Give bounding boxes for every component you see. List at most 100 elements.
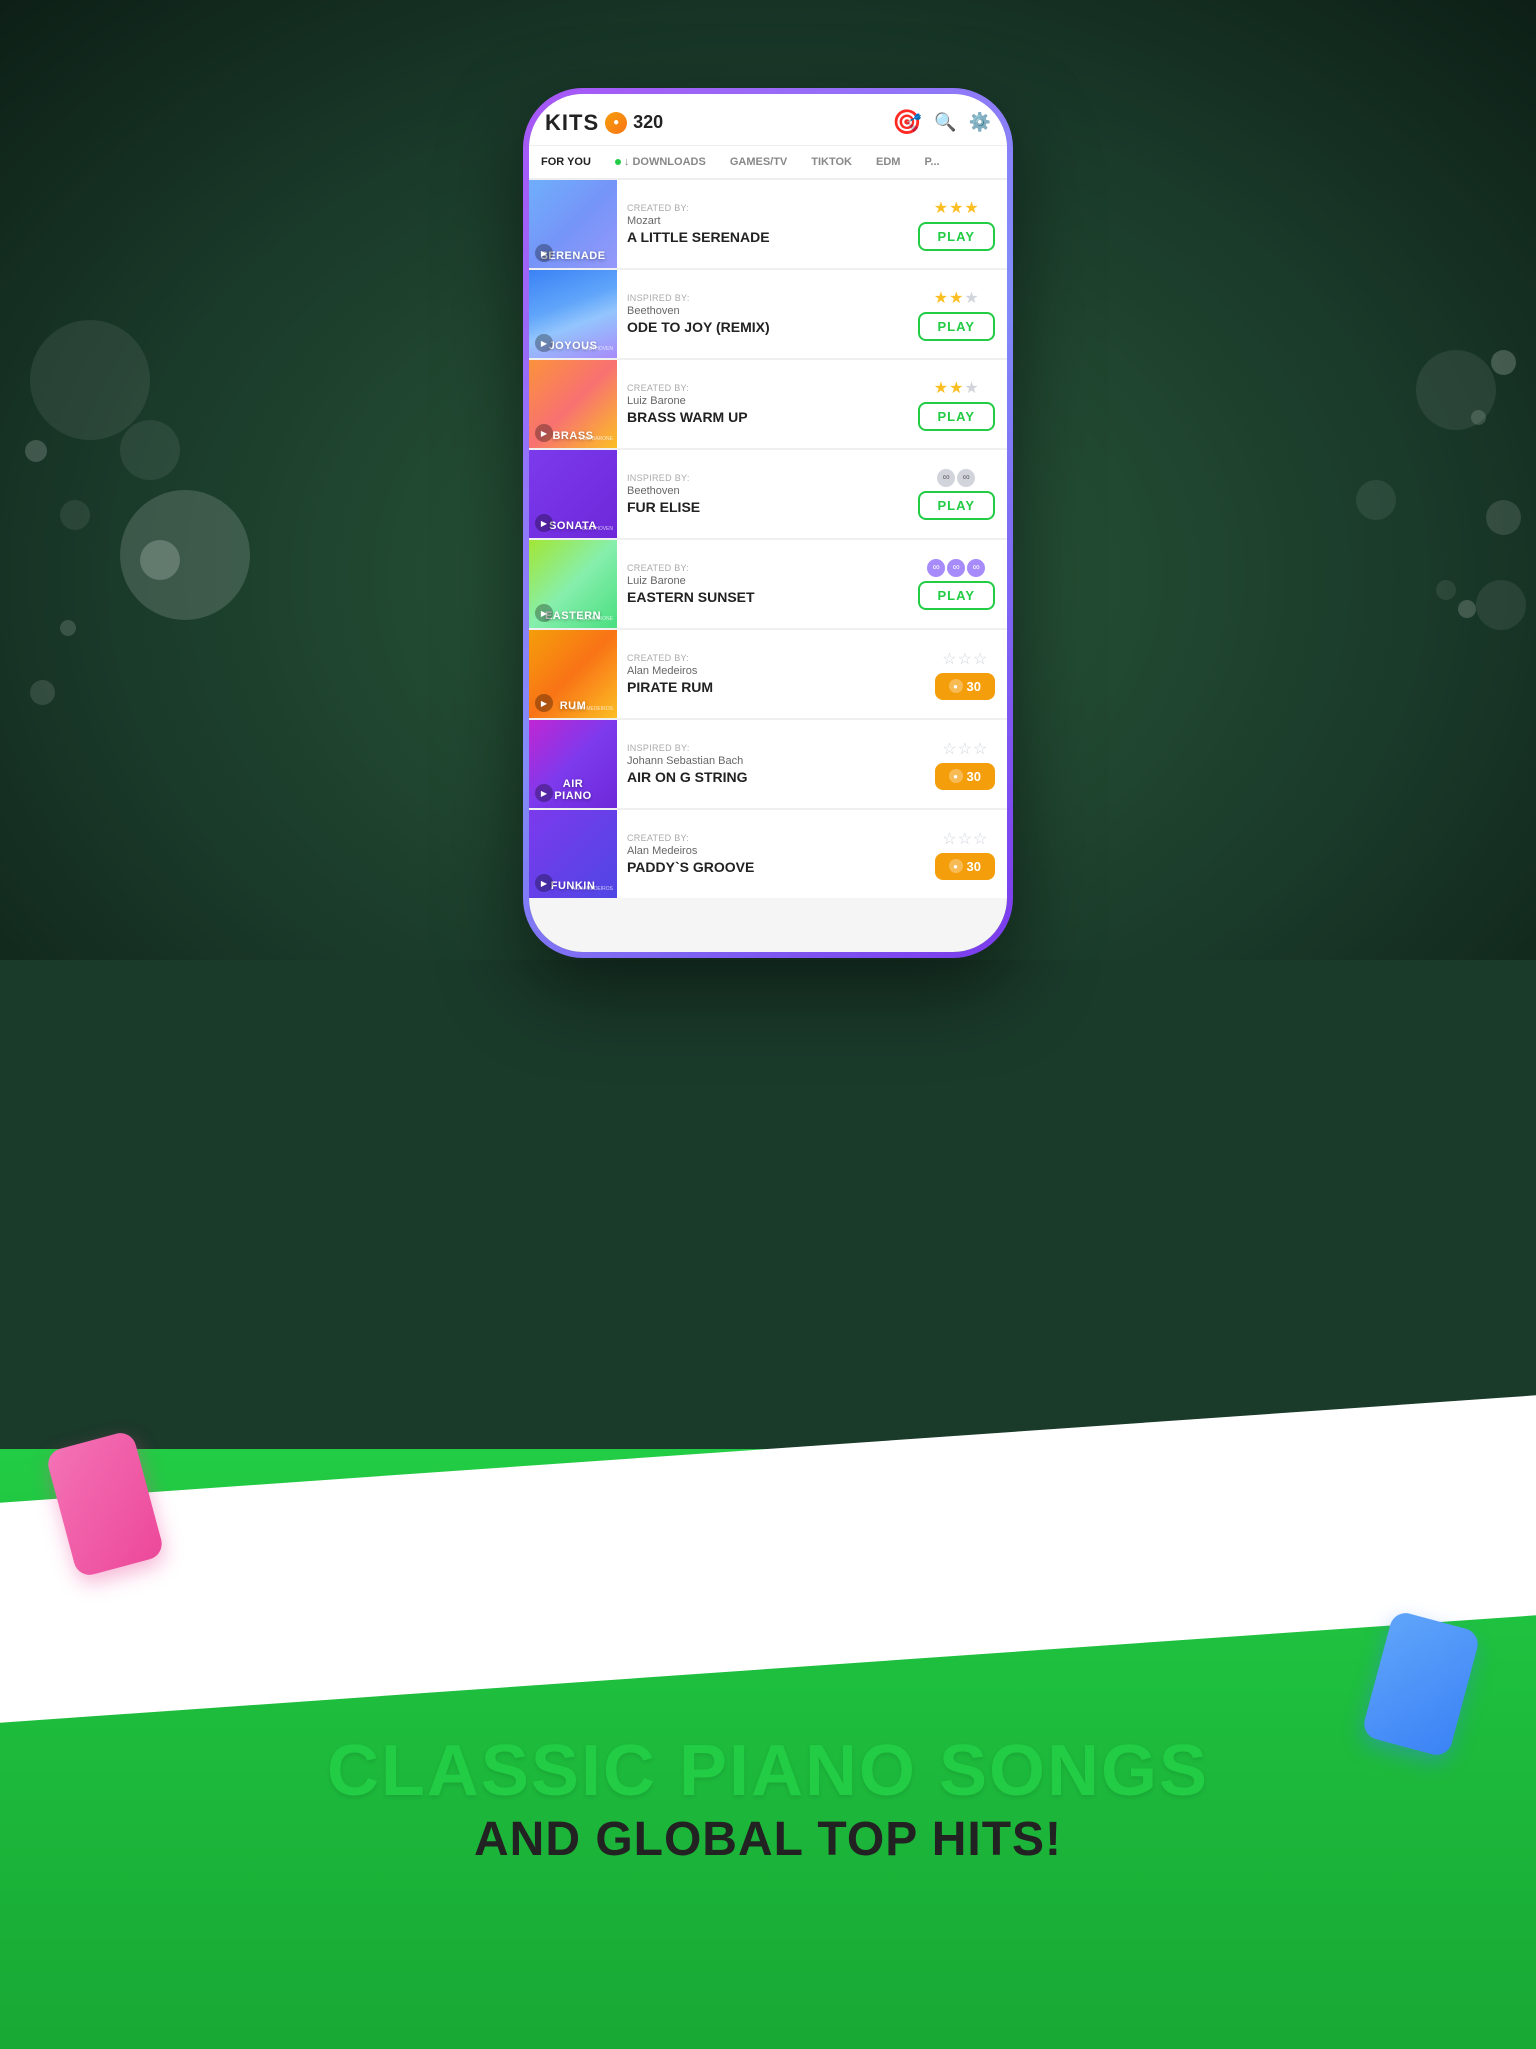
coin-icon: ● (605, 112, 627, 134)
composer-serenade: Mozart (627, 215, 902, 227)
song-item-brass[interactable]: BRASS ▶ LUIZ BARONE Created by: Luiz Bar… (529, 360, 1007, 448)
song-list: SERENADE ▶ Created by: Mozart A LITTLE S… (529, 180, 1007, 898)
star-2: ☆ (958, 739, 972, 759)
tab-more[interactable]: P... (912, 146, 951, 178)
thumb-play-icon-eastern: ▶ (535, 604, 553, 622)
title-sonata: FUR ELISE (627, 499, 902, 515)
song-thumb-rum: RUM ▶ ALAN MEDEIROS (529, 630, 617, 718)
star-1: ☆ (942, 829, 956, 849)
star-3: ★ (964, 378, 978, 398)
created-by-funkin: Created by: (627, 833, 919, 843)
star-3: ☆ (973, 829, 987, 849)
star-1: ☆ (942, 739, 956, 759)
search-icon[interactable]: 🔍 (934, 112, 956, 133)
star-3: ★ (964, 198, 978, 218)
stars-joyous: ★ ★ ★ (934, 288, 979, 308)
created-by-brass: Created by: (627, 383, 902, 393)
song-thumb-brass: BRASS ▶ LUIZ BARONE (529, 360, 617, 448)
coin-small-icon: ● (949, 859, 963, 873)
thumb-play-icon-sonata: ▶ (535, 514, 553, 532)
deco-dot-l4 (120, 490, 250, 620)
stars-rum: ☆ ☆ ☆ (942, 649, 987, 669)
star-3: ★ (964, 288, 978, 308)
deco-dot-l1 (25, 440, 47, 462)
action-airpiano: ☆ ☆ ☆ ● 30 (929, 739, 1007, 790)
song-thumb-serenade: SERENADE ▶ (529, 180, 617, 268)
title-eastern: EASTERN SUNSET (627, 589, 902, 605)
inf-active-1: ∞ (927, 559, 945, 577)
deco-dot-r2 (1471, 410, 1486, 425)
tab-games[interactable]: GAMES/TV (718, 146, 799, 178)
created-by-sonata: Inspired by: (627, 473, 902, 483)
song-info-funkin: Created by: Alan Medeiros PADDY`S GROOVE (617, 825, 929, 883)
star-1: ☆ (942, 649, 956, 669)
thumb-play-icon-airpiano: ▶ (535, 784, 553, 802)
play-btn-serenade[interactable]: PLAY (918, 222, 995, 251)
title-brass: BRASS WARM UP (627, 409, 902, 425)
thumb-creator-joyous: Beethoven (582, 346, 613, 352)
stars-funkin: ☆ ☆ ☆ (942, 829, 987, 849)
song-info-joyous: Inspired by: Beethoven ODE TO JOY (REMIX… (617, 285, 912, 343)
deco-dot-l3 (60, 620, 76, 636)
tab-downloads[interactable]: ↓ DOWNLOADS (603, 146, 718, 178)
play-btn-sonata[interactable]: PLAY (918, 491, 995, 520)
app-header: KITS ● 320 🎯 🔍 ⚙️ (529, 94, 1007, 146)
action-eastern: ∞ ∞ ∞ PLAY (912, 559, 1007, 610)
song-item-rum[interactable]: RUM ▶ ALAN MEDEIROS Created by: Alan Med… (529, 630, 1007, 718)
title-funkin: PADDY`S GROOVE (627, 859, 919, 875)
play-btn-joyous[interactable]: PLAY (918, 312, 995, 341)
song-item-eastern[interactable]: EASTERN ▶ LUIZ BARONE Created by: Luiz B… (529, 540, 1007, 628)
song-item-serenade[interactable]: SERENADE ▶ Created by: Mozart A LITTLE S… (529, 180, 1007, 268)
phone-screen-container: KITS ● 320 🎯 🔍 ⚙️ FOR YOU (529, 94, 1007, 952)
song-item-sonata[interactable]: SONATA ▶ Beethoven Inspired by: Beethove… (529, 450, 1007, 538)
action-brass: ★ ★ ★ PLAY (912, 378, 1007, 431)
bottom-text-section: CLASSIC PIANO SONGS AND GLOBAL TOP HITS! (0, 1732, 1536, 1869)
inf-1: ∞ (937, 469, 955, 487)
main-title: CLASSIC PIANO SONGS (0, 1732, 1536, 1811)
header-emoji: 🎯 (892, 108, 922, 137)
deco-dot-r5 (1476, 580, 1526, 630)
tab-for-you[interactable]: FOR YOU (529, 146, 603, 178)
title-joyous: ODE TO JOY (REMIX) (627, 319, 902, 335)
created-by-rum: Created by: (627, 653, 919, 663)
header-actions: 🎯 🔍 ⚙️ (892, 108, 991, 137)
song-info-rum: Created by: Alan Medeiros PIRATE RUM (617, 645, 929, 703)
composer-funkin: Alan Medeiros (627, 845, 919, 857)
created-by-airpiano: Inspired by: (627, 743, 919, 753)
app-logo: KITS ● 320 (545, 110, 663, 136)
play-btn-brass[interactable]: PLAY (918, 402, 995, 431)
song-thumb-sonata: SONATA ▶ Beethoven (529, 450, 617, 538)
song-item-airpiano[interactable]: AIR PIANO ▶ Inspired by: Johann Sebastia… (529, 720, 1007, 808)
composer-eastern: Luiz Barone (627, 575, 902, 587)
coins-btn-funkin[interactable]: ● 30 (935, 853, 995, 880)
song-item-joyous[interactable]: JOYOUS ▶ Beethoven Inspired by: Beethove… (529, 270, 1007, 358)
song-thumb-eastern: EASTERN ▶ LUIZ BARONE (529, 540, 617, 628)
thumb-creator-rum: ALAN MEDEIROS (572, 706, 613, 712)
composer-airpiano: Johann Sebastian Bach (627, 755, 919, 767)
star-3: ☆ (973, 649, 987, 669)
thumb-creator-funkin: ALAN MEDEIROS (572, 886, 613, 892)
coins-btn-airpiano[interactable]: ● 30 (935, 763, 995, 790)
tab-edm[interactable]: EDM (864, 146, 912, 178)
nav-tabs: FOR YOU ↓ DOWNLOADS GAMES/TV TIKTOK EDM (529, 146, 1007, 180)
song-thumb-funkin: FUNKIN ▶ ALAN MEDEIROS (529, 810, 617, 898)
action-rum: ☆ ☆ ☆ ● 30 (929, 649, 1007, 700)
deco-circle-2 (120, 420, 180, 480)
deco-dot-r3 (1486, 500, 1521, 535)
deco-circle-3 (60, 500, 90, 530)
composer-sonata: Beethoven (627, 485, 902, 497)
tab-tiktok[interactable]: TIKTOK (799, 146, 864, 178)
app-screen: KITS ● 320 🎯 🔍 ⚙️ FOR YOU (529, 94, 1007, 952)
title-serenade: A LITTLE SERENADE (627, 229, 902, 245)
inf-2: ∞ (957, 469, 975, 487)
star-2: ★ (949, 378, 963, 398)
play-btn-eastern[interactable]: PLAY (918, 581, 995, 610)
coin-small-icon: ● (949, 769, 963, 783)
thumb-play-icon-joyous: ▶ (535, 334, 553, 352)
coins-btn-rum[interactable]: ● 30 (935, 673, 995, 700)
stars-brass: ★ ★ ★ (934, 378, 979, 398)
star-1: ★ (934, 288, 948, 308)
star-1: ★ (934, 198, 948, 218)
song-item-funkin[interactable]: FUNKIN ▶ ALAN MEDEIROS Created by: Alan … (529, 810, 1007, 898)
settings-icon[interactable]: ⚙️ (969, 112, 991, 133)
